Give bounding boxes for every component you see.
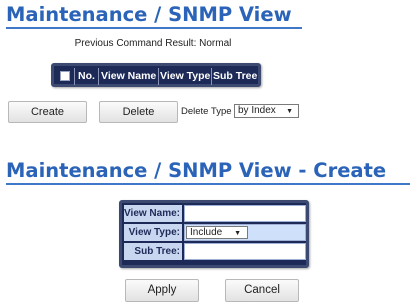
- chevron-down-icon: ▼: [234, 230, 241, 237]
- view-type-row: Include ▼: [184, 224, 306, 241]
- column-separator: [98, 68, 99, 85]
- column-separator: [158, 68, 159, 85]
- view-type-select[interactable]: Include ▼: [186, 226, 248, 239]
- sub-tree-input[interactable]: [184, 243, 306, 260]
- view-type-label: View Type:: [124, 224, 182, 241]
- snmp-view-table-header: No. View Name View Type Sub Tree: [51, 63, 261, 87]
- delete-type-value: by Index: [238, 105, 276, 116]
- chevron-down-icon: ▼: [286, 108, 293, 115]
- apply-button[interactable]: Apply: [125, 279, 199, 302]
- delete-type-label: Delete Type: [181, 106, 232, 117]
- title-underline: [6, 183, 410, 185]
- command-result-text: Previous Command Result: Normal: [74, 38, 232, 49]
- delete-button[interactable]: Delete: [99, 101, 178, 123]
- title-underline: [6, 27, 302, 29]
- select-all-checkbox[interactable]: [60, 71, 70, 81]
- create-button[interactable]: Create: [8, 101, 87, 123]
- sub-tree-label: Sub Tree:: [124, 243, 182, 260]
- column-header-no[interactable]: No.: [78, 69, 95, 84]
- delete-type-select[interactable]: by Index ▼: [234, 104, 299, 118]
- column-header-view-name[interactable]: View Name: [101, 69, 156, 84]
- view-name-input[interactable]: [184, 205, 306, 222]
- column-separator: [211, 68, 212, 85]
- create-page-title: Maintenance / SNMP View - Create: [6, 159, 387, 182]
- view-name-label: View Name:: [124, 205, 182, 222]
- column-header-view-type[interactable]: View Type: [160, 69, 210, 84]
- column-separator: [74, 68, 75, 85]
- cancel-button[interactable]: Cancel: [225, 279, 299, 302]
- create-view-form: View Name: View Type: Include ▼ Sub Tree…: [119, 200, 309, 268]
- column-header-sub-tree[interactable]: Sub Tree: [213, 69, 257, 84]
- page-title: Maintenance / SNMP View: [6, 3, 292, 26]
- snmp-view-list-panel: Maintenance / SNMP View Previous Command…: [0, 0, 306, 130]
- view-type-value: Include: [190, 227, 223, 238]
